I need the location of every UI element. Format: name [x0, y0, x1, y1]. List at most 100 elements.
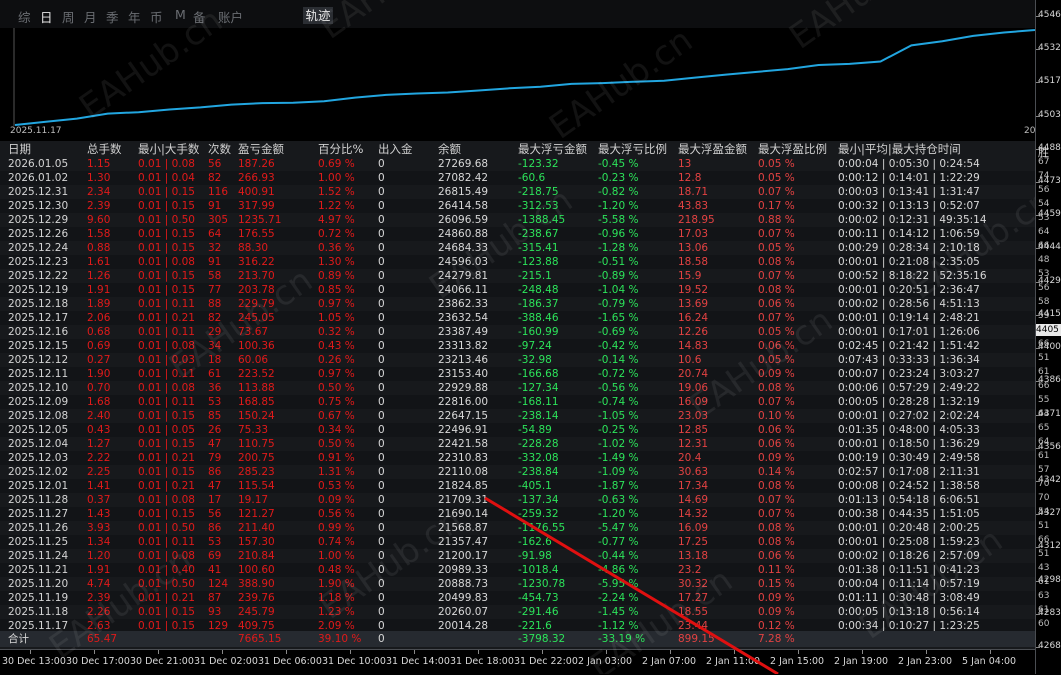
partial-column-value: 66 [1038, 535, 1050, 545]
header-max-float-profit-pct[interactable]: 最大浮盈比例 [758, 141, 827, 158]
table-cell: 22110.08 [438, 466, 489, 478]
table-cell: -0.42 % [598, 340, 639, 352]
table-cell: 0.05 % [758, 158, 795, 170]
table-cell: 0.11 % [758, 564, 795, 576]
header-minmax-lots[interactable]: 最小|大手数 [138, 141, 199, 158]
header-hold-time[interactable]: 最小|平均|最大持仓时间 [838, 141, 961, 158]
table-cell: 2.26 [87, 606, 111, 618]
table-cell: 0.08 % [758, 284, 795, 296]
time-tick-label: 2 Jan 23:00 [898, 656, 953, 667]
table-cell: 0:00:32 | 0:13:13 | 0:52:07 [838, 200, 980, 212]
table-cell: 1.61 [87, 256, 111, 268]
table-cell: 0:00:07 | 0:23:24 | 3:03:27 [838, 368, 980, 380]
table-cell: -238.14 [518, 410, 559, 422]
tab-2[interactable]: 周 [62, 7, 75, 26]
header-deposit[interactable]: 出入金 [378, 141, 413, 158]
table-cell: 1.05 % [318, 312, 355, 324]
table-cell: 210.84 [238, 550, 275, 562]
table-cell: 1.23 % [318, 606, 355, 618]
tab-8[interactable]: 备 [193, 7, 206, 26]
table-cell: -388.46 [518, 312, 559, 324]
table-cell: 0:00:05 | 0:28:28 | 1:32:19 [838, 396, 980, 408]
table-cell: 0.01 | 0.08 [138, 340, 195, 352]
table-cell: 24684.33 [438, 242, 489, 254]
table-cell: 22310.83 [438, 452, 489, 464]
time-tick-label: 5 Jan 04:00 [962, 656, 1017, 667]
table-cell: 26414.58 [438, 200, 489, 212]
time-tick-label: 30 Dec 13:00 [2, 656, 66, 667]
header-percent[interactable]: 百分比% [318, 141, 363, 158]
table-row: 2025.11.27 1.43 0.01 | 0.15 56 121.27 0.56 % 0… [0, 507, 1035, 521]
table-cell: 20989.33 [438, 564, 489, 576]
header-count[interactable]: 次数 [208, 141, 231, 158]
table-cell: 0.99 % [318, 522, 355, 534]
table-cell: 4.97 % [318, 214, 355, 226]
tab-0[interactable]: 综 [18, 7, 31, 26]
table-cell: 0 [378, 354, 385, 366]
header-balance[interactable]: 余额 [438, 141, 461, 158]
header-max-float-profit[interactable]: 最大浮盈金额 [678, 141, 747, 158]
header-profit[interactable]: 盈亏金额 [238, 141, 284, 158]
table-cell: 2.34 [87, 186, 111, 198]
table-cell: -160.99 [518, 326, 559, 338]
table-cell: 60.06 [238, 354, 269, 366]
table-cell: -315.41 [518, 242, 559, 254]
tab-7[interactable]: M [175, 7, 186, 22]
table-cell: 77 [208, 284, 222, 296]
header-max-float-loss[interactable]: 最大浮亏金额 [518, 141, 587, 158]
partial-column-value: 66 [1038, 241, 1050, 251]
table-cell: 2025.11.25 [8, 536, 69, 548]
tab-9[interactable]: 账户 [218, 7, 243, 26]
table-cell: 213.70 [238, 270, 275, 282]
table-cell: 0.01 | 0.15 [138, 228, 195, 240]
table-cell: 0.06 % [758, 424, 795, 436]
table-row: 2025.12.10 0.70 0.01 | 0.08 36 113.88 0.50 % 0… [0, 381, 1035, 395]
chart-start-date: 2025.11.17 [10, 126, 62, 136]
table-cell: 0.01 | 0.08 [138, 256, 195, 268]
table-cell: 86 [208, 466, 222, 478]
table-cell: -0.89 % [598, 270, 639, 282]
table-cell: -454.73 [518, 592, 559, 604]
table-cell: 58 [208, 270, 222, 282]
tab-1[interactable]: 日 [40, 7, 53, 26]
header-max-float-loss-pct[interactable]: 最大浮亏比例 [598, 141, 667, 158]
table-cell: -215.1 [518, 270, 552, 282]
table-cell: 0 [378, 438, 385, 450]
table-cell: 0.01 | 0.40 [138, 564, 195, 576]
total-max_dd_pct: -33.19 % [598, 633, 646, 645]
table-cell: 1.18 % [318, 592, 355, 604]
tab-5[interactable]: 年 [128, 7, 141, 26]
partial-column-value: 43 [1038, 563, 1050, 573]
table-row: 2025.12.24 0.88 0.01 | 0.15 32 88.30 0.36 % 0 2… [0, 241, 1035, 255]
header-lots[interactable]: 总手数 [87, 141, 122, 158]
table-cell: 2.06 [87, 312, 111, 324]
tab-6[interactable]: 币 [150, 7, 163, 26]
tab-3[interactable]: 月 [84, 7, 97, 26]
table-cell: 0.01 | 0.50 [138, 522, 195, 534]
partial-column-value: 55 [1038, 395, 1050, 405]
table-cell: 24596.03 [438, 256, 489, 268]
trajectory-tab[interactable]: 轨迹 [303, 7, 333, 24]
table-cell: 1.41 [87, 480, 111, 492]
table-cell: 0 [378, 326, 385, 338]
time-axis: 30 Dec 13:00 30 Dec 17:00 30 Dec 21:00 31 D… [0, 649, 1035, 675]
table-row: 2025.12.19 1.91 0.01 | 0.15 77 203.78 0.85 % 0… [0, 283, 1035, 297]
table-cell: 2025.12.04 [8, 438, 69, 450]
table-cell: 19.52 [678, 284, 709, 296]
total-row: 合计 65.47 7665.15 39.10 % 0 -3798.32 -33.19 % 89… [0, 631, 1035, 647]
table-cell: 21709.31 [438, 494, 489, 506]
table-cell: 34 [208, 340, 222, 352]
table-cell: 0.07 % [758, 186, 795, 198]
table-cell: 0.48 % [318, 564, 355, 576]
table-cell: 0.01 | 0.15 [138, 270, 195, 282]
table-cell: 12.85 [678, 424, 709, 436]
tab-4[interactable]: 季 [106, 7, 119, 26]
table-cell: 0 [378, 396, 385, 408]
table-cell: 0:01:13 | 0:54:18 | 6:06:51 [838, 494, 980, 506]
table-cell: 15.9 [678, 270, 702, 282]
header-date[interactable]: 日期 [8, 141, 31, 158]
table-cell: 0 [378, 536, 385, 548]
table-cell: 0.09 % [758, 592, 795, 604]
table-cell: 14.69 [678, 494, 709, 506]
table-cell: 0:00:03 | 0:13:41 | 1:31:47 [838, 186, 980, 198]
